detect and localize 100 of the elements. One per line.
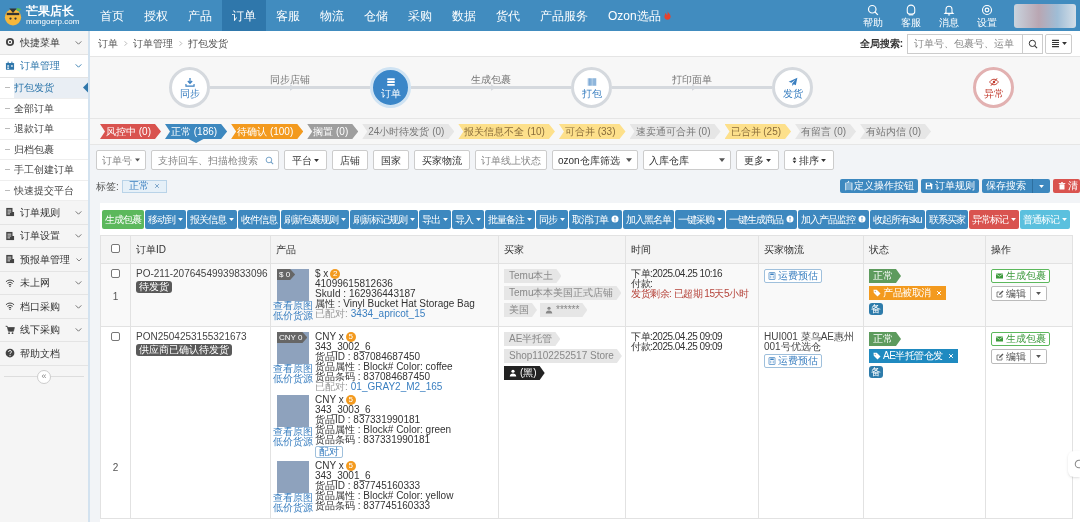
- breadcrumb-link[interactable]: 订单: [98, 36, 118, 51]
- toolbar-button[interactable]: 普通标记: [1019, 209, 1070, 229]
- toolbar-button[interactable]: 导出: [419, 209, 451, 229]
- link[interactable]: 查看原图: [273, 301, 313, 311]
- sidebar-submenu-item[interactable]: 打包发货: [14, 78, 88, 98]
- toolbar-button[interactable]: 联系买家: [925, 209, 968, 229]
- paired-label: 已配对:: [315, 309, 348, 319]
- select-dropdown[interactable]: 订单线上状态: [475, 150, 547, 170]
- floating-helper-button[interactable]: [1068, 451, 1080, 477]
- collapse-sidebar-button[interactable]: «: [37, 369, 51, 384]
- select-dropdown[interactable]: 入库仓库: [643, 150, 731, 170]
- link[interactable]: 低价货源: [273, 374, 313, 384]
- close-icon: [153, 183, 160, 189]
- nav-tab[interactable]: 授权: [134, 0, 178, 31]
- clear-button[interactable]: 清: [1053, 179, 1080, 193]
- toolbar-button[interactable]: 收件信息: [238, 209, 280, 229]
- filter-button[interactable]: 国家: [373, 150, 409, 170]
- toolbar-button[interactable]: 报关信息: [187, 209, 237, 229]
- avatar-placeholder[interactable]: [1014, 3, 1076, 28]
- toolbar-button[interactable]: 生成包裹: [102, 209, 144, 229]
- messages-button[interactable]: 消息: [930, 0, 968, 31]
- settings-button[interactable]: 设置: [968, 0, 1006, 31]
- checkbox[interactable]: [111, 244, 120, 253]
- toolbar-button[interactable]: 批量备注: [485, 209, 535, 229]
- save-icon: [925, 182, 933, 190]
- sku-link[interactable]: 3434_apricot_15: [350, 309, 426, 319]
- sort-button[interactable]: 排序: [784, 150, 834, 170]
- search-button[interactable]: [1023, 33, 1043, 54]
- nav-tab[interactable]: 产品: [178, 0, 222, 31]
- workflow-step-button[interactable]: 同步: [169, 67, 210, 108]
- checkbox[interactable]: [111, 332, 120, 341]
- toolbar-button[interactable]: 移动到: [145, 209, 186, 229]
- eye-slash-icon: [988, 76, 999, 87]
- toolbar-button[interactable]: 加入产品监控: [798, 209, 869, 229]
- create-package-button[interactable]: 生成包裹: [991, 269, 1050, 283]
- select-dropdown[interactable]: 订单号: [96, 150, 146, 170]
- nav-tab[interactable]: 订单: [222, 0, 266, 31]
- currency-label: $ x: [315, 269, 329, 279]
- workflow-step-button[interactable]: 异常: [973, 67, 1014, 108]
- nav-tab[interactable]: 产品服务: [530, 0, 598, 31]
- shipping-estimate-button[interactable]: 运费预估: [764, 269, 822, 283]
- nav-tab[interactable]: 货代: [486, 0, 530, 31]
- search-field[interactable]: 支持回车、扫描枪搜索: [151, 150, 279, 170]
- nav-tab[interactable]: 采购: [398, 0, 442, 31]
- filter-button[interactable]: 店铺: [332, 150, 368, 170]
- dropdown-button[interactable]: 更多: [736, 150, 779, 170]
- link[interactable]: 查看原图: [273, 493, 313, 503]
- filter-tag[interactable]: 正常: [121, 179, 167, 193]
- action-button[interactable]: 保存搜索: [982, 179, 1050, 193]
- document-icon: [5, 207, 15, 218]
- select-dropdown[interactable]: ozon仓库筛选: [552, 150, 638, 170]
- more-actions-button[interactable]: [1031, 349, 1047, 364]
- toolbar-button[interactable]: 加入黑名单: [623, 209, 674, 229]
- status-filter-tab[interactable]: 正常 (186): [165, 124, 228, 143]
- view-menu-button[interactable]: [1045, 33, 1072, 54]
- nav-tab[interactable]: 仓储: [354, 0, 398, 31]
- nav-tab[interactable]: 首页: [90, 0, 134, 31]
- pair-button[interactable]: 配对: [315, 446, 343, 458]
- nav-tab[interactable]: 数据: [442, 0, 486, 31]
- create-package-button[interactable]: 生成包裹: [991, 332, 1050, 346]
- nav-tab[interactable]: Ozon选品: [598, 0, 683, 31]
- link[interactable]: 低价货源: [273, 437, 313, 447]
- row-number: 1: [112, 291, 119, 302]
- more-actions-button[interactable]: [1031, 286, 1047, 301]
- breadcrumb-link[interactable]: 打包发货: [188, 36, 228, 51]
- document-icon: [5, 230, 15, 241]
- support-button[interactable]: 客服: [892, 0, 930, 31]
- link[interactable]: 查看原图: [273, 427, 313, 437]
- workflow-step-button[interactable]: 订单: [370, 67, 411, 108]
- edit-button[interactable]: 编辑: [991, 286, 1031, 301]
- toolbar-button[interactable]: 收起所有sku: [870, 209, 925, 229]
- workflow-step-button[interactable]: 发货: [772, 67, 813, 108]
- toolbar-button[interactable]: 同步: [536, 209, 568, 229]
- sku-link[interactable]: 01_GRAY2_M2_165: [350, 382, 443, 392]
- filter-button[interactable]: 买家物流: [414, 150, 470, 170]
- action-button[interactable]: 订单规则: [921, 179, 979, 193]
- nav-tab[interactable]: 物流: [310, 0, 354, 31]
- help-button[interactable]: 帮助: [854, 0, 892, 31]
- product-detail: 货品条码 : 837745160333: [315, 501, 431, 511]
- shipping-estimate-button[interactable]: 运费预估: [764, 354, 822, 368]
- dropdown-button[interactable]: 平台: [284, 150, 327, 170]
- action-button[interactable]: 自定义操作按钮: [840, 179, 918, 193]
- link[interactable]: 查看原图: [273, 364, 313, 374]
- edit-button[interactable]: 编辑: [991, 349, 1031, 364]
- buyer-tag: AE半托管: [504, 332, 561, 346]
- link[interactable]: 低价货源: [273, 503, 313, 513]
- checkbox[interactable]: [111, 269, 120, 278]
- global-search-field[interactable]: 订单号、包裹号、运单: [907, 33, 1023, 54]
- toolbar-button[interactable]: 导入: [452, 209, 484, 229]
- toolbar-button[interactable]: 刷新标记规则: [350, 209, 418, 229]
- toolbar-button[interactable]: 刷新包裹规则: [281, 209, 349, 229]
- toolbar-button[interactable]: 一键生成商品: [726, 209, 797, 229]
- workflow-step-button[interactable]: 打包: [571, 67, 612, 108]
- calendar-icon: [5, 60, 15, 71]
- toolbar-button[interactable]: 取消订单: [569, 209, 622, 229]
- breadcrumb-link[interactable]: 订单管理: [133, 36, 173, 51]
- nav-tab[interactable]: 客服: [266, 0, 310, 31]
- link[interactable]: 低价货源: [273, 311, 313, 321]
- toolbar-button[interactable]: 异常标记: [968, 209, 1019, 229]
- toolbar-button[interactable]: 一键采购: [675, 209, 725, 229]
